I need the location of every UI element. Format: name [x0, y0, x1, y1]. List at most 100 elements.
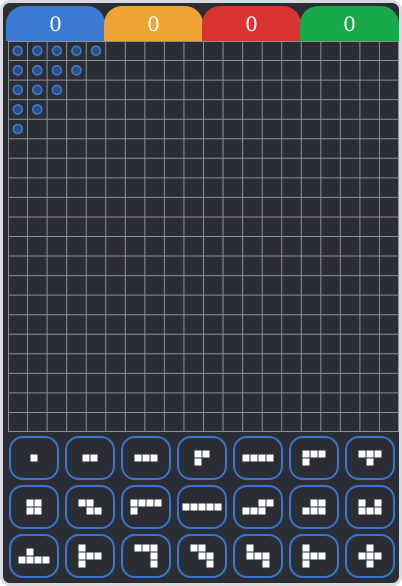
piece-cell	[206, 552, 214, 560]
piece-pentomino-p[interactable]	[289, 485, 339, 529]
piece-shape-tetromino-i	[242, 454, 274, 462]
piece-shape-pentomino-w	[190, 544, 214, 568]
piece-cell	[150, 544, 158, 552]
piece-cell	[194, 458, 202, 466]
piece-cell	[34, 556, 42, 564]
piece-cell	[266, 454, 274, 462]
piece-cell	[246, 552, 254, 560]
piece-monomino[interactable]	[9, 436, 59, 480]
piece-shape-tetromino-o	[26, 499, 42, 515]
piece-cell	[242, 507, 250, 515]
piece-pentomino-z[interactable]	[233, 534, 283, 578]
piece-cell	[266, 499, 274, 507]
score-blue: 0	[49, 11, 62, 36]
starting-corner-marker	[32, 65, 43, 76]
piece-cell	[262, 552, 270, 560]
piece-pentomino-u[interactable]	[345, 485, 395, 529]
piece-tetromino-z[interactable]	[65, 485, 115, 529]
piece-cell	[26, 548, 34, 556]
score-red: 0	[245, 11, 258, 36]
piece-shape-tetromino-t	[358, 450, 382, 466]
piece-tromino-l[interactable]	[177, 436, 227, 480]
piece-cell	[302, 507, 310, 515]
piece-pentomino-w[interactable]	[177, 534, 227, 578]
piece-domino[interactable]	[65, 436, 115, 480]
score-tab-orange: 0	[104, 6, 203, 41]
piece-cell	[142, 544, 150, 552]
piece-cell	[86, 507, 94, 515]
piece-cell	[318, 450, 326, 458]
piece-cell	[358, 552, 366, 560]
piece-cell	[202, 450, 210, 458]
piece-cell	[78, 552, 86, 560]
piece-shape-pentomino-z	[246, 544, 270, 568]
piece-pentomino-x[interactable]	[345, 534, 395, 578]
piece-cell	[86, 552, 94, 560]
score-tab-red: 0	[202, 6, 301, 41]
piece-cell	[26, 499, 34, 507]
piece-shape-tetromino-z	[78, 499, 102, 515]
piece-pentomino-l[interactable]	[121, 485, 171, 529]
piece-tetromino-o[interactable]	[9, 485, 59, 529]
starting-corner-marker	[51, 65, 63, 76]
piece-cell	[150, 552, 158, 560]
piece-shape-pentomino-t	[302, 544, 326, 568]
piece-cell	[374, 499, 382, 507]
piece-pentomino-n[interactable]	[233, 485, 283, 529]
score-green: 0	[343, 11, 356, 36]
piece-cell	[358, 507, 366, 515]
piece-cell	[182, 503, 190, 511]
piece-pentomino-v[interactable]	[121, 534, 171, 578]
piece-cell	[374, 552, 382, 560]
piece-cell	[130, 499, 138, 507]
piece-cell	[258, 507, 266, 515]
piece-shape-pentomino-y	[18, 548, 50, 564]
piece-shape-tromino-i	[134, 454, 158, 462]
score-orange: 0	[147, 11, 160, 36]
piece-cell	[82, 454, 90, 462]
piece-cell	[150, 454, 158, 462]
piece-cell	[374, 450, 382, 458]
piece-cell	[150, 560, 158, 568]
game-board[interactable]	[8, 41, 399, 432]
piece-cell	[258, 499, 266, 507]
piece-cell	[310, 499, 318, 507]
piece-cell	[374, 507, 382, 515]
piece-shape-pentomino-n	[242, 499, 274, 515]
score-tab-green: 0	[300, 6, 399, 41]
piece-tetromino-t[interactable]	[345, 436, 395, 480]
piece-cell	[154, 499, 162, 507]
piece-shape-pentomino-i	[182, 503, 222, 511]
piece-cell	[30, 454, 38, 462]
piece-shape-monomino	[30, 454, 38, 462]
piece-cell	[94, 552, 102, 560]
piece-cell	[258, 454, 266, 462]
piece-cell	[302, 450, 310, 458]
piece-cell	[90, 454, 98, 462]
piece-pentomino-t[interactable]	[289, 534, 339, 578]
starting-corner-marker	[51, 45, 63, 57]
piece-pentomino-i[interactable]	[177, 485, 227, 529]
piece-pentomino-y[interactable]	[9, 534, 59, 578]
piece-cell	[198, 503, 206, 511]
piece-tetromino-i[interactable]	[233, 436, 283, 480]
starting-corner-marker	[32, 45, 43, 57]
piece-cell	[318, 507, 326, 515]
starting-corner-marker	[51, 84, 63, 96]
piece-cell	[134, 454, 142, 462]
piece-cell	[366, 450, 374, 458]
piece-cell	[34, 507, 42, 515]
piece-cell	[42, 556, 50, 564]
piece-pentomino-f[interactable]	[65, 534, 115, 578]
piece-cell	[206, 560, 214, 568]
score-tab-blue: 0	[6, 6, 105, 41]
piece-tetromino-l[interactable]	[289, 436, 339, 480]
piece-cell	[366, 552, 374, 560]
piece-cell	[142, 454, 150, 462]
score-tabs: 0 0 0 0	[6, 6, 399, 41]
piece-cell	[86, 499, 94, 507]
piece-cell	[318, 552, 326, 560]
starting-corner-marker	[12, 104, 24, 115]
piece-tromino-i[interactable]	[121, 436, 171, 480]
piece-tray	[8, 433, 399, 583]
